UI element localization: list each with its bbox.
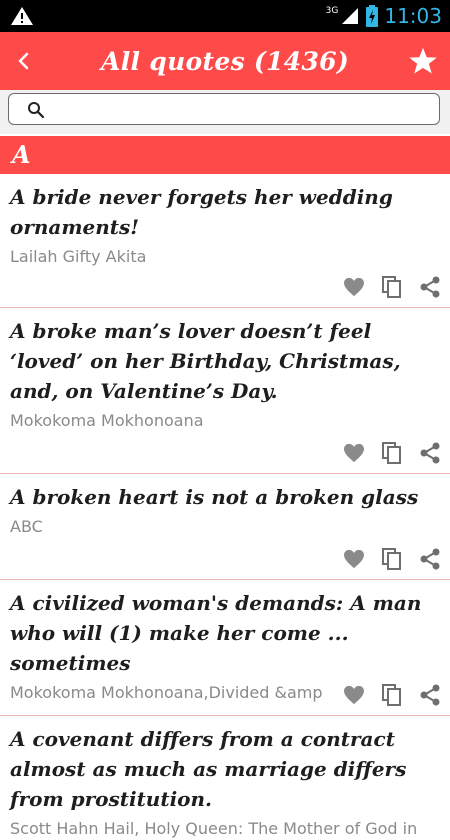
- list-item[interactable]: A civilized woman's demands: A man who w…: [0, 580, 450, 716]
- favorite-button[interactable]: [342, 683, 366, 707]
- list-item[interactable]: A broken heart is not a broken glass ABC: [0, 474, 450, 580]
- quote-text: A covenant differs from a contract almos…: [10, 727, 407, 811]
- heart-icon: [344, 277, 364, 297]
- quote-author: ABC: [10, 517, 43, 536]
- quote-text: A broken heart is not a broken glass: [10, 485, 419, 509]
- section-header: A: [0, 136, 450, 174]
- favorites-button[interactable]: [402, 40, 444, 82]
- star-icon: [409, 47, 437, 74]
- quote-author: Lailah Gifty Akita: [10, 247, 147, 266]
- copy-icon: [382, 442, 401, 464]
- status-time: 11:03: [384, 4, 442, 28]
- item-actions: [342, 275, 442, 299]
- quote-author: Scott Hahn Hail, Holy Queen: The Mother …: [10, 819, 418, 838]
- quote-list: A bride never forgets her wedding orname…: [0, 174, 450, 838]
- copy-icon: [382, 684, 401, 706]
- list-item[interactable]: A covenant differs from a contract almos…: [0, 716, 450, 838]
- heart-icon: [344, 685, 364, 705]
- share-button[interactable]: [418, 275, 442, 299]
- favorite-button[interactable]: [342, 441, 366, 465]
- copy-icon: [382, 276, 401, 298]
- share-icon: [420, 442, 440, 464]
- quote-text: A civilized woman's demands: A man who w…: [10, 591, 422, 675]
- action-bar: All quotes (1436): [0, 32, 450, 90]
- search-icon: [28, 102, 45, 119]
- copy-icon: [382, 548, 401, 570]
- signal-icon: [342, 8, 359, 24]
- search-bar: [0, 90, 450, 134]
- chevron-left-icon: [18, 52, 29, 70]
- quote-text: A broke man’s lover doesn’t feel ‘loved’…: [10, 319, 401, 403]
- heart-icon: [344, 443, 364, 463]
- signal-label: 3G: [325, 6, 339, 16]
- copy-button[interactable]: [380, 275, 404, 299]
- battery-icon: [366, 5, 379, 27]
- quote-author: Mokokoma Mokhonoana: [10, 411, 204, 430]
- search-input[interactable]: [55, 96, 431, 124]
- item-actions: [342, 441, 442, 465]
- item-actions: [342, 683, 442, 707]
- search-box[interactable]: [8, 93, 440, 125]
- list-item[interactable]: A bride never forgets her wedding orname…: [0, 174, 450, 308]
- copy-button[interactable]: [380, 683, 404, 707]
- share-icon: [420, 548, 440, 570]
- favorite-button[interactable]: [342, 547, 366, 571]
- share-icon: [420, 684, 440, 706]
- share-button[interactable]: [418, 547, 442, 571]
- share-icon: [420, 276, 440, 298]
- status-bar: 3G 11:03: [0, 0, 450, 32]
- share-button[interactable]: [418, 683, 442, 707]
- warning-icon: [11, 7, 33, 25]
- copy-button[interactable]: [380, 441, 404, 465]
- share-button[interactable]: [418, 441, 442, 465]
- item-actions: [342, 547, 442, 571]
- page-title: All quotes (1436): [101, 46, 349, 76]
- back-button[interactable]: [4, 41, 44, 81]
- list-item[interactable]: A broke man’s lover doesn’t feel ‘loved’…: [0, 308, 450, 474]
- quote-text: A bride never forgets her wedding orname…: [10, 185, 393, 239]
- copy-button[interactable]: [380, 547, 404, 571]
- heart-icon: [344, 549, 364, 569]
- favorite-button[interactable]: [342, 275, 366, 299]
